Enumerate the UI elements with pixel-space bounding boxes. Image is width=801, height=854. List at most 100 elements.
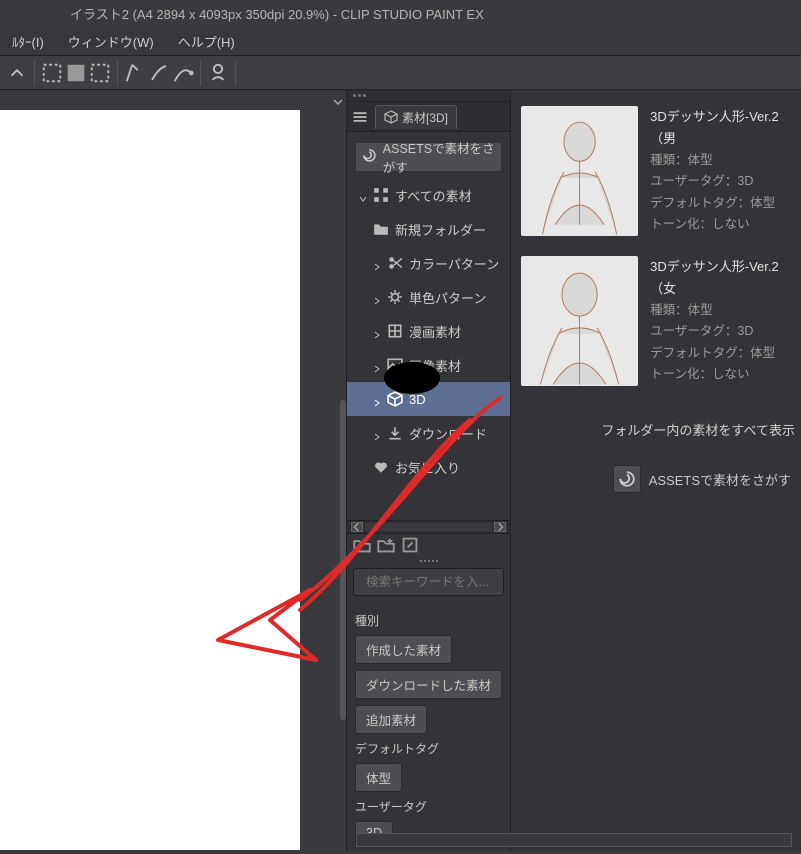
chevron-right-icon — [373, 293, 381, 301]
material-line: デフォルトタグ：体型 — [650, 193, 801, 214]
tree-favorite[interactable]: お気に入り — [347, 450, 510, 484]
chevron-right-icon — [373, 327, 381, 335]
material-line: ユーザータグ：3D — [650, 321, 801, 342]
canvas-page[interactable] — [0, 110, 300, 850]
tree-all-materials[interactable]: すべての素材 — [347, 178, 510, 212]
toolbar — [0, 56, 801, 90]
canvas-area[interactable] — [0, 90, 346, 851]
material-line: トーン化：しない — [650, 364, 801, 385]
panel-drag-bar[interactable] — [347, 90, 510, 102]
panel-resize-grip[interactable] — [347, 556, 510, 566]
figure-icon[interactable] — [207, 62, 229, 84]
canvas-dropdown-icon[interactable] — [332, 96, 344, 108]
tree-label: 単色パターン — [409, 288, 486, 307]
cube-icon — [384, 110, 398, 124]
material-thumbnail[interactable] — [521, 106, 638, 236]
tag-default-heading: デフォルトタグ — [355, 740, 502, 757]
assets-link-label: ASSETSで素材をさがす — [649, 470, 791, 489]
show-all-link[interactable]: フォルダー内の素材をすべて表示 — [511, 406, 801, 447]
search-input[interactable] — [366, 575, 527, 589]
tree-label: すべての素材 — [395, 186, 472, 205]
image-icon — [387, 357, 403, 373]
pen-curve-icon[interactable] — [124, 62, 146, 84]
search-row[interactable] — [353, 568, 504, 596]
tree-panel: 素材[3D] ASSETSで素材をさがす すべての素材 新規フォルダー — [346, 90, 511, 851]
tab-label: 素材[3D] — [402, 109, 448, 126]
assets-search-button[interactable]: ASSETSで素材をさがす — [355, 142, 502, 172]
scroll-right-icon[interactable] — [494, 522, 506, 532]
tree-3d[interactable]: 3D — [347, 382, 510, 416]
tree-label: お気に入り — [395, 458, 460, 477]
scroll-track[interactable] — [365, 523, 492, 531]
tree-new-folder[interactable]: 新規フォルダー — [347, 212, 510, 246]
vertical-scrollbar[interactable] — [340, 400, 346, 720]
menu-help[interactable]: ヘルプ(H) — [166, 30, 247, 56]
chevron-right-icon — [373, 429, 381, 437]
tool-group-3d — [207, 60, 236, 86]
chip-created[interactable]: 作成した素材 — [355, 635, 452, 664]
download-icon — [387, 425, 403, 441]
frame-icon — [387, 323, 403, 339]
tree-color-pattern[interactable]: カラーパターン — [347, 246, 510, 280]
material-item[interactable]: 3Dデッサン人形-Ver.2（男 種類：体型 ユーザータグ：3D デフォルトタグ… — [511, 106, 801, 256]
swirl-icon — [362, 148, 377, 166]
material-list: 3Dデッサン人形-Ver.2（男 種類：体型 ユーザータグ：3D デフォルトタグ… — [511, 90, 801, 851]
chevron-right-icon — [373, 259, 381, 267]
panel-tab-row: 素材[3D] — [347, 102, 510, 132]
material-item[interactable]: 3Dデッサン人形-Ver.2（女 種類：体型 ユーザータグ：3D デフォルトタグ… — [511, 256, 801, 406]
tag-kind-heading: 種別 — [355, 612, 502, 629]
scroll-left-icon[interactable] — [351, 522, 363, 532]
assets-link-row[interactable]: ASSETSで素材をさがす — [511, 447, 801, 493]
folder-icon — [373, 221, 389, 237]
tree-label: ダウンロード — [409, 424, 487, 443]
material-meta: 3Dデッサン人形-Ver.2（男 種類：体型 ユーザータグ：3D デフォルトタグ… — [650, 106, 801, 236]
material-title: 3Dデッサン人形-Ver.2（女 — [650, 256, 801, 300]
title-bar: イラスト2 (A4 2894 x 4093px 350dpi 20.9%) - … — [0, 0, 801, 30]
tree-mono-pattern[interactable]: 単色パターン — [347, 280, 510, 314]
curve-edit-icon[interactable] — [172, 62, 194, 84]
menu-bar: ﾙﾀｰ(I) ウィンドウ(W) ヘルプ(H) — [0, 30, 801, 56]
bottom-status-box — [356, 833, 792, 847]
scissors-icon — [387, 255, 403, 271]
chip-added[interactable]: 追加素材 — [355, 705, 427, 734]
chevron-up-icon[interactable] — [6, 62, 28, 84]
tool-group-selection — [41, 60, 118, 86]
tree-image[interactable]: 画像素材 — [347, 348, 510, 382]
select-rect-dashed-icon[interactable] — [41, 62, 63, 84]
chip-downloaded[interactable]: ダウンロードした素材 — [355, 670, 502, 699]
material-line: トーン化：しない — [650, 214, 801, 235]
new-folder-icon[interactable] — [353, 536, 371, 554]
swirl-icon-box — [613, 465, 641, 493]
material-line: デフォルトタグ：体型 — [650, 343, 801, 364]
tab-material-3d[interactable]: 素材[3D] — [375, 105, 457, 129]
menu-filter[interactable]: ﾙﾀｰ(I) — [0, 30, 56, 56]
material-line: 種類：体型 — [650, 150, 801, 171]
heart-icon — [373, 459, 389, 475]
window-title: イラスト2 (A4 2894 x 4093px 350dpi 20.9%) - … — [70, 7, 484, 22]
chevron-right-icon — [373, 395, 381, 403]
tool-group-draw — [124, 60, 201, 86]
edit-icon[interactable] — [401, 536, 419, 554]
brush-icon[interactable] — [148, 62, 170, 84]
tree-manga[interactable]: 漫画素材 — [347, 314, 510, 348]
chevron-down-icon — [359, 191, 367, 199]
tree-label: 新規フォルダー — [395, 220, 486, 239]
tree-download[interactable]: ダウンロード — [347, 416, 510, 450]
tree-label: 画像素材 — [409, 356, 461, 375]
material-tree: すべての素材 新規フォルダー カラーパターン 単色パターン — [347, 178, 510, 520]
menu-window[interactable]: ウィンドウ(W) — [56, 30, 166, 56]
select-rect-icon[interactable] — [89, 62, 111, 84]
panel-menu-icon[interactable] — [351, 108, 369, 126]
cog-icon — [387, 289, 403, 305]
assets-button-label: ASSETSで素材をさがす — [383, 138, 495, 176]
chip-body-type[interactable]: 体型 — [355, 763, 402, 792]
material-thumbnail[interactable] — [521, 256, 638, 386]
select-rect-fill-icon[interactable] — [65, 62, 87, 84]
cube-icon — [387, 391, 403, 407]
chevron-right-icon — [373, 361, 381, 369]
tag-user-heading: ユーザータグ — [355, 798, 502, 815]
tree-scroll-horizontal[interactable] — [347, 520, 510, 534]
material-line: ユーザータグ：3D — [650, 171, 801, 192]
new-folder-plus-icon[interactable] — [377, 536, 395, 554]
main: 素材[3D] ASSETSで素材をさがす すべての素材 新規フォルダー — [0, 90, 801, 851]
